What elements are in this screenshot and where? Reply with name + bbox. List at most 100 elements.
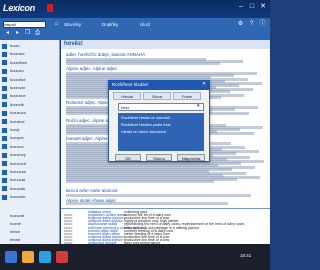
entry-icon <box>2 102 7 108</box>
dialog-option[interactable]: Hledat ve všech slovnících <box>121 129 201 135</box>
word-list-label: fuzzofrice <box>10 59 28 65</box>
start-icon[interactable] <box>5 251 17 263</box>
search-input[interactable]: raspoli <box>4 21 34 28</box>
word-list-label: fuzucovy <box>10 152 26 158</box>
entry-icon <box>2 194 7 200</box>
settings-icon[interactable]: ⚙ <box>236 20 245 29</box>
clock: 15:41 <box>240 253 252 258</box>
dialog-option[interactable]: Rozšířené hledat ve slovníků <box>121 115 201 121</box>
browser-icon[interactable] <box>39 251 51 263</box>
word-list-item[interactable]: fuzzozo <box>2 67 58 75</box>
dialog-close-icon[interactable]: ✕ <box>202 81 206 87</box>
entry-icon <box>2 169 7 175</box>
ok-button[interactable]: OK <box>115 154 141 161</box>
copy-icon[interactable]: ❐ <box>23 29 32 38</box>
entry-icon <box>2 110 7 116</box>
entry-headword: hovězí <box>64 41 83 47</box>
dialog-tab[interactable]: Slova <box>143 92 171 100</box>
word-list-item[interactable]: fuzoji <box>2 126 58 134</box>
entry-text-line <box>66 180 214 183</box>
print-icon[interactable]: ⎙ <box>33 29 42 38</box>
word-list-label: fuzuucoe <box>10 169 27 174</box>
entry-line[interactable]: Alpine adjec. Alpine adjec <box>66 66 117 71</box>
word-list-item[interactable]: fuzzowe <box>2 50 58 58</box>
word-list-item[interactable]: fuzucco <box>2 143 58 151</box>
word-list-label: fuzzowe <box>10 51 25 57</box>
entry-icon <box>2 60 7 66</box>
word-list-item[interactable]: fuzzo <box>2 42 58 50</box>
word-list-label: fuzuzuzu <box>10 110 27 116</box>
folder-icon[interactable] <box>22 251 34 263</box>
word-list-item[interactable]: fuzzovce <box>2 92 58 100</box>
word-list-item[interactable]: fuzzodě <box>2 101 58 109</box>
word-list-item[interactable]: fuzzovat <box>2 84 58 92</box>
entry-line[interactable]: lancut azler Aahe atoscea <box>66 188 118 193</box>
entry-icon <box>2 127 7 133</box>
word-list-item[interactable]: fuzuzice <box>2 118 58 126</box>
word-list-label: fuzucco <box>10 143 24 149</box>
entry-line[interactable]: adler, hovězího dobyt, slanost ANNAHA <box>66 52 145 57</box>
entry-text-line <box>66 62 220 65</box>
word-list-item[interactable]: fuzuzuzu <box>2 109 58 117</box>
entry-icon <box>2 135 7 141</box>
word-list-label: fuzzo <box>10 43 20 48</box>
word-list-item[interactable]: fuzuucoe <box>2 168 58 176</box>
cancel-button[interactable]: Storno <box>146 154 172 161</box>
word-list-label: fuzzozo <box>10 68 24 74</box>
select-arrow-icon[interactable]: ▾ <box>197 103 200 109</box>
close-button[interactable]: ✕ <box>258 2 268 12</box>
word-list-item[interactable]: fuzzofrice <box>2 59 58 67</box>
entry-icon <box>2 51 7 57</box>
word-list-item[interactable]: fuzzotice <box>2 76 58 84</box>
back-icon[interactable]: ◂ <box>3 29 12 38</box>
help-button[interactable]: Nápověda <box>177 154 205 161</box>
word-list-label: fuzoji <box>10 127 20 132</box>
home-icon[interactable]: ⌂ <box>52 20 61 29</box>
word-list-label: fuzoyce <box>10 135 24 141</box>
dialog-select[interactable]: česz <box>118 103 204 111</box>
word-list-label: fuzzodě <box>10 101 25 107</box>
search-dropdown-icon[interactable]: ▾ <box>36 20 45 29</box>
word-list-label: fuzzovce <box>10 93 26 99</box>
word-list-label: fuzzotice <box>10 76 26 82</box>
info-icon[interactable]: ⓘ <box>258 20 267 29</box>
forward-icon[interactable]: ▸ <box>13 29 22 38</box>
addons-button[interactable]: Doplňky <box>102 20 118 29</box>
word-list-item[interactable]: fuzucala <box>2 185 58 193</box>
word-list-item[interactable]: fuzonoto <box>2 193 58 201</box>
word-list-item[interactable]: fuzucovy <box>2 151 58 159</box>
entry-icon <box>2 43 7 49</box>
dialog-tab[interactable]: Hledat <box>113 92 141 100</box>
maximize-button[interactable]: □ <box>247 2 257 12</box>
word-list-item[interactable]: fuzuucat <box>2 176 58 184</box>
entry-icon <box>2 177 7 183</box>
dialog-option[interactable]: Rozšířené hledání podle frází <box>121 122 201 128</box>
minimize-button[interactable]: – <box>236 2 246 12</box>
entry-icon <box>2 186 7 192</box>
word-list-item[interactable]: fuzoyce <box>2 134 58 142</box>
word-list-label: fuzzovat <box>10 85 25 90</box>
entry-icon <box>2 144 7 150</box>
entry-icon <box>2 93 7 99</box>
dialog-tab[interactable]: Fráze <box>173 92 201 100</box>
word-list-item[interactable]: fuzucovit <box>2 160 58 168</box>
entry-icon <box>2 161 7 167</box>
word-list-label: fuzucovit <box>10 160 26 166</box>
dictionaries-button[interactable]: Slovníky <box>64 20 81 29</box>
logo-mark-icon <box>47 4 53 12</box>
dialog-title: Rozšířené hledání <box>108 80 210 90</box>
lexicon-app-icon[interactable] <box>56 251 68 263</box>
help-icon[interactable]: ? <box>247 20 256 29</box>
app-logo: Lexicon <box>3 3 35 13</box>
word-list-label: fuzucala <box>10 185 25 191</box>
entry-header <box>61 40 270 49</box>
entry-icon <box>2 85 7 91</box>
word-list-label: fuzuucat <box>10 177 26 183</box>
word-list-label: fuzonoto <box>10 194 26 200</box>
tasks-button[interactable]: Úlozí <box>140 20 150 29</box>
word-list-label: fuzuzice <box>10 118 25 124</box>
title-bar <box>0 0 270 18</box>
entry-icon <box>2 119 7 125</box>
entry-icon <box>2 152 7 158</box>
entry-icon <box>2 77 7 83</box>
